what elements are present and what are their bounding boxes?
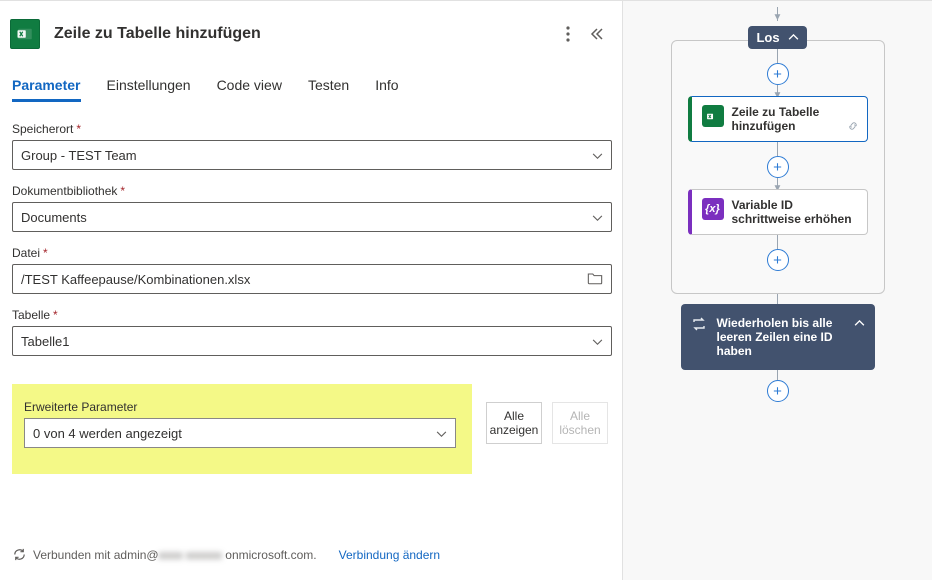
loop-icon	[691, 316, 707, 335]
add-step-button[interactable]: +	[767, 63, 789, 85]
link-icon	[847, 120, 859, 135]
clear-all-button: Alle löschen	[552, 402, 608, 444]
flow-card-title: Zeile zu Tabelle hinzufügen	[732, 105, 849, 133]
flow-canvas[interactable]: ▼ Los + ▼ Zeile zu Tabelle hinzufügen + …	[622, 0, 932, 580]
panel-header: Zeile zu Tabelle hinzufügen	[8, 1, 616, 63]
connection-icon	[12, 547, 27, 562]
advanced-select[interactable]: 0 von 4 werden angezeigt	[24, 418, 456, 448]
chevron-up-icon	[854, 316, 865, 330]
more-menu-button[interactable]	[554, 26, 582, 42]
flow-card-title: Variable ID schrittweise erhöhen	[732, 198, 857, 226]
flow-card-variable[interactable]: {x} Variable ID schrittweise erhöhen	[688, 189, 868, 235]
panel-title: Zeile zu Tabelle hinzufügen	[54, 25, 554, 43]
location-label: Speicherort*	[12, 122, 612, 136]
advanced-label: Erweiterte Parameter	[24, 400, 460, 414]
show-all-button[interactable]: Alle anzeigen	[486, 402, 542, 444]
tab-test[interactable]: Testen	[308, 71, 349, 102]
chevron-down-icon	[592, 334, 603, 349]
add-step-button[interactable]: +	[767, 380, 789, 402]
chevron-down-icon	[436, 426, 447, 441]
advanced-value: 0 von 4 werden angezeigt	[33, 426, 182, 441]
chevron-up-icon	[788, 34, 799, 41]
table-value: Tabelle1	[21, 334, 69, 349]
add-step-button[interactable]: +	[767, 156, 789, 178]
repeat-until-card[interactable]: Wiederholen bis alle leeren Zeilen eine …	[681, 304, 875, 370]
repeat-card-title: Wiederholen bis alle leeren Zeilen eine …	[717, 316, 844, 358]
tab-settings[interactable]: Einstellungen	[107, 71, 191, 102]
folder-icon[interactable]	[587, 271, 603, 288]
connection-text: Verbunden mit admin@xxxx xxxxxx onmicros…	[33, 548, 317, 562]
tab-codeview[interactable]: Code view	[217, 71, 282, 102]
location-select[interactable]: Group - TEST Team	[12, 140, 612, 170]
tab-bar: Parameter Einstellungen Code view Testen…	[8, 71, 616, 102]
excel-icon	[10, 19, 40, 49]
advanced-row: Erweiterte Parameter 0 von 4 werden ange…	[12, 384, 612, 474]
tab-parameter[interactable]: Parameter	[12, 71, 81, 102]
change-connection-link[interactable]: Verbindung ändern	[339, 548, 440, 562]
chevron-down-icon	[592, 148, 603, 163]
table-label: Tabelle*	[12, 308, 612, 322]
action-config-panel: Zeile zu Tabelle hinzufügen Parameter Ei…	[0, 0, 622, 580]
table-select[interactable]: Tabelle1	[12, 326, 612, 356]
collapse-panel-button[interactable]	[582, 27, 610, 41]
loop-header[interactable]: Los	[748, 26, 806, 49]
excel-icon	[702, 105, 724, 127]
connection-footer: Verbunden mit admin@xxxx xxxxxx onmicros…	[8, 533, 616, 580]
file-label: Datei*	[12, 246, 612, 260]
location-value: Group - TEST Team	[21, 148, 137, 163]
library-label: Dokumentbibliothek*	[12, 184, 612, 198]
loop-container: Los + ▼ Zeile zu Tabelle hinzufügen + ▼ …	[671, 40, 885, 294]
library-select[interactable]: Documents	[12, 202, 612, 232]
tab-info[interactable]: Info	[375, 71, 398, 102]
file-value: /TEST Kaffeepause/Kombinationen.xlsx	[21, 272, 250, 287]
add-step-button[interactable]: +	[767, 249, 789, 271]
chevron-down-icon	[592, 210, 603, 225]
flow-card-excel[interactable]: Zeile zu Tabelle hinzufügen	[688, 96, 868, 142]
library-value: Documents	[21, 210, 87, 225]
file-picker[interactable]: /TEST Kaffeepause/Kombinationen.xlsx	[12, 264, 612, 294]
form-area: Speicherort* Group - TEST Team Dokumentb…	[8, 102, 616, 474]
variable-icon: {x}	[702, 198, 724, 220]
advanced-parameter-block: Erweiterte Parameter 0 von 4 werden ange…	[12, 384, 472, 474]
loop-label: Los	[756, 30, 779, 45]
